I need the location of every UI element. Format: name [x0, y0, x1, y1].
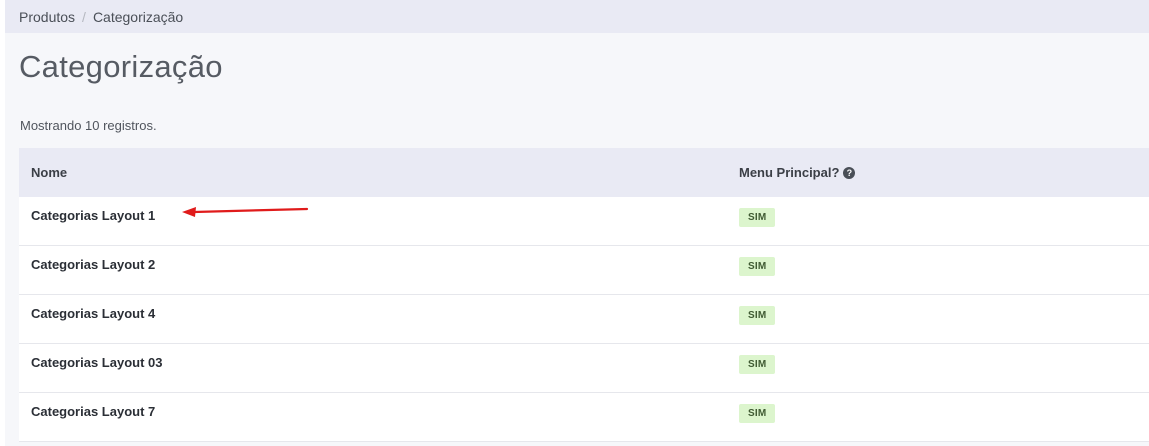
- left-edge-strip: [0, 0, 5, 446]
- page-title: Categorização: [19, 49, 223, 84]
- row-menu-principal: SIM: [739, 393, 776, 423]
- status-badge: SIM: [739, 208, 776, 227]
- row-name: Categorias Layout 2: [31, 257, 156, 272]
- status-badge: SIM: [739, 306, 776, 325]
- breadcrumb-produtos[interactable]: Produtos: [19, 9, 75, 25]
- status-badge: SIM: [739, 257, 776, 276]
- table-row[interactable]: Categorias Layout 4 SIM: [19, 295, 1149, 344]
- row-name: Categorias Layout 4: [31, 306, 156, 321]
- row-name: Categorias Layout 7: [31, 404, 156, 419]
- row-menu-principal: SIM: [739, 344, 776, 374]
- categories-table: Nome Menu Principal? ? Categorias Layout…: [19, 148, 1149, 442]
- table-row[interactable]: Categorias Layout 7 SIM: [19, 393, 1149, 442]
- status-badge: SIM: [739, 355, 776, 374]
- question-circle-icon[interactable]: ?: [843, 166, 856, 179]
- status-badge: SIM: [739, 404, 776, 423]
- table-row[interactable]: Categorias Layout 03 SIM: [19, 344, 1149, 393]
- record-count: Mostrando 10 registros.: [20, 118, 157, 133]
- row-menu-principal: SIM: [739, 246, 776, 276]
- column-header-nome[interactable]: Nome: [19, 165, 739, 180]
- row-name: Categorias Layout 1: [31, 208, 156, 223]
- row-menu-principal: SIM: [739, 295, 776, 325]
- table-row[interactable]: Categorias Layout 1 SIM: [19, 197, 1149, 246]
- breadcrumb-categorizacao: Categorização: [92, 8, 184, 25]
- row-name: Categorias Layout 03: [31, 355, 163, 370]
- breadcrumb: Produtos / Categorização: [5, 0, 1149, 33]
- column-header-menu-principal[interactable]: Menu Principal? ?: [739, 165, 856, 180]
- breadcrumb-separator: /: [82, 8, 86, 25]
- column-header-menu-principal-label: Menu Principal?: [739, 165, 840, 180]
- table-header: Nome Menu Principal? ?: [19, 148, 1149, 197]
- row-menu-principal: SIM: [739, 197, 776, 227]
- table-row[interactable]: Categorias Layout 2 SIM: [19, 246, 1149, 295]
